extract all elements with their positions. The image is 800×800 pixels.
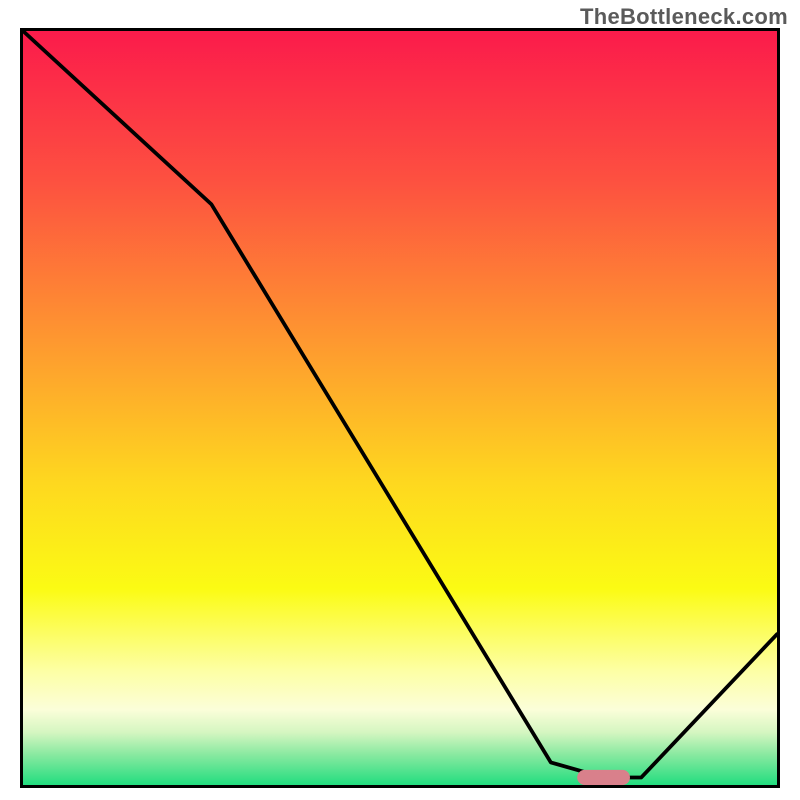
watermark-text: TheBottleneck.com (580, 4, 788, 30)
chart-curve-layer (23, 31, 777, 785)
optimal-marker (577, 770, 630, 785)
bottleneck-curve (23, 31, 777, 777)
plot-frame (20, 28, 780, 788)
